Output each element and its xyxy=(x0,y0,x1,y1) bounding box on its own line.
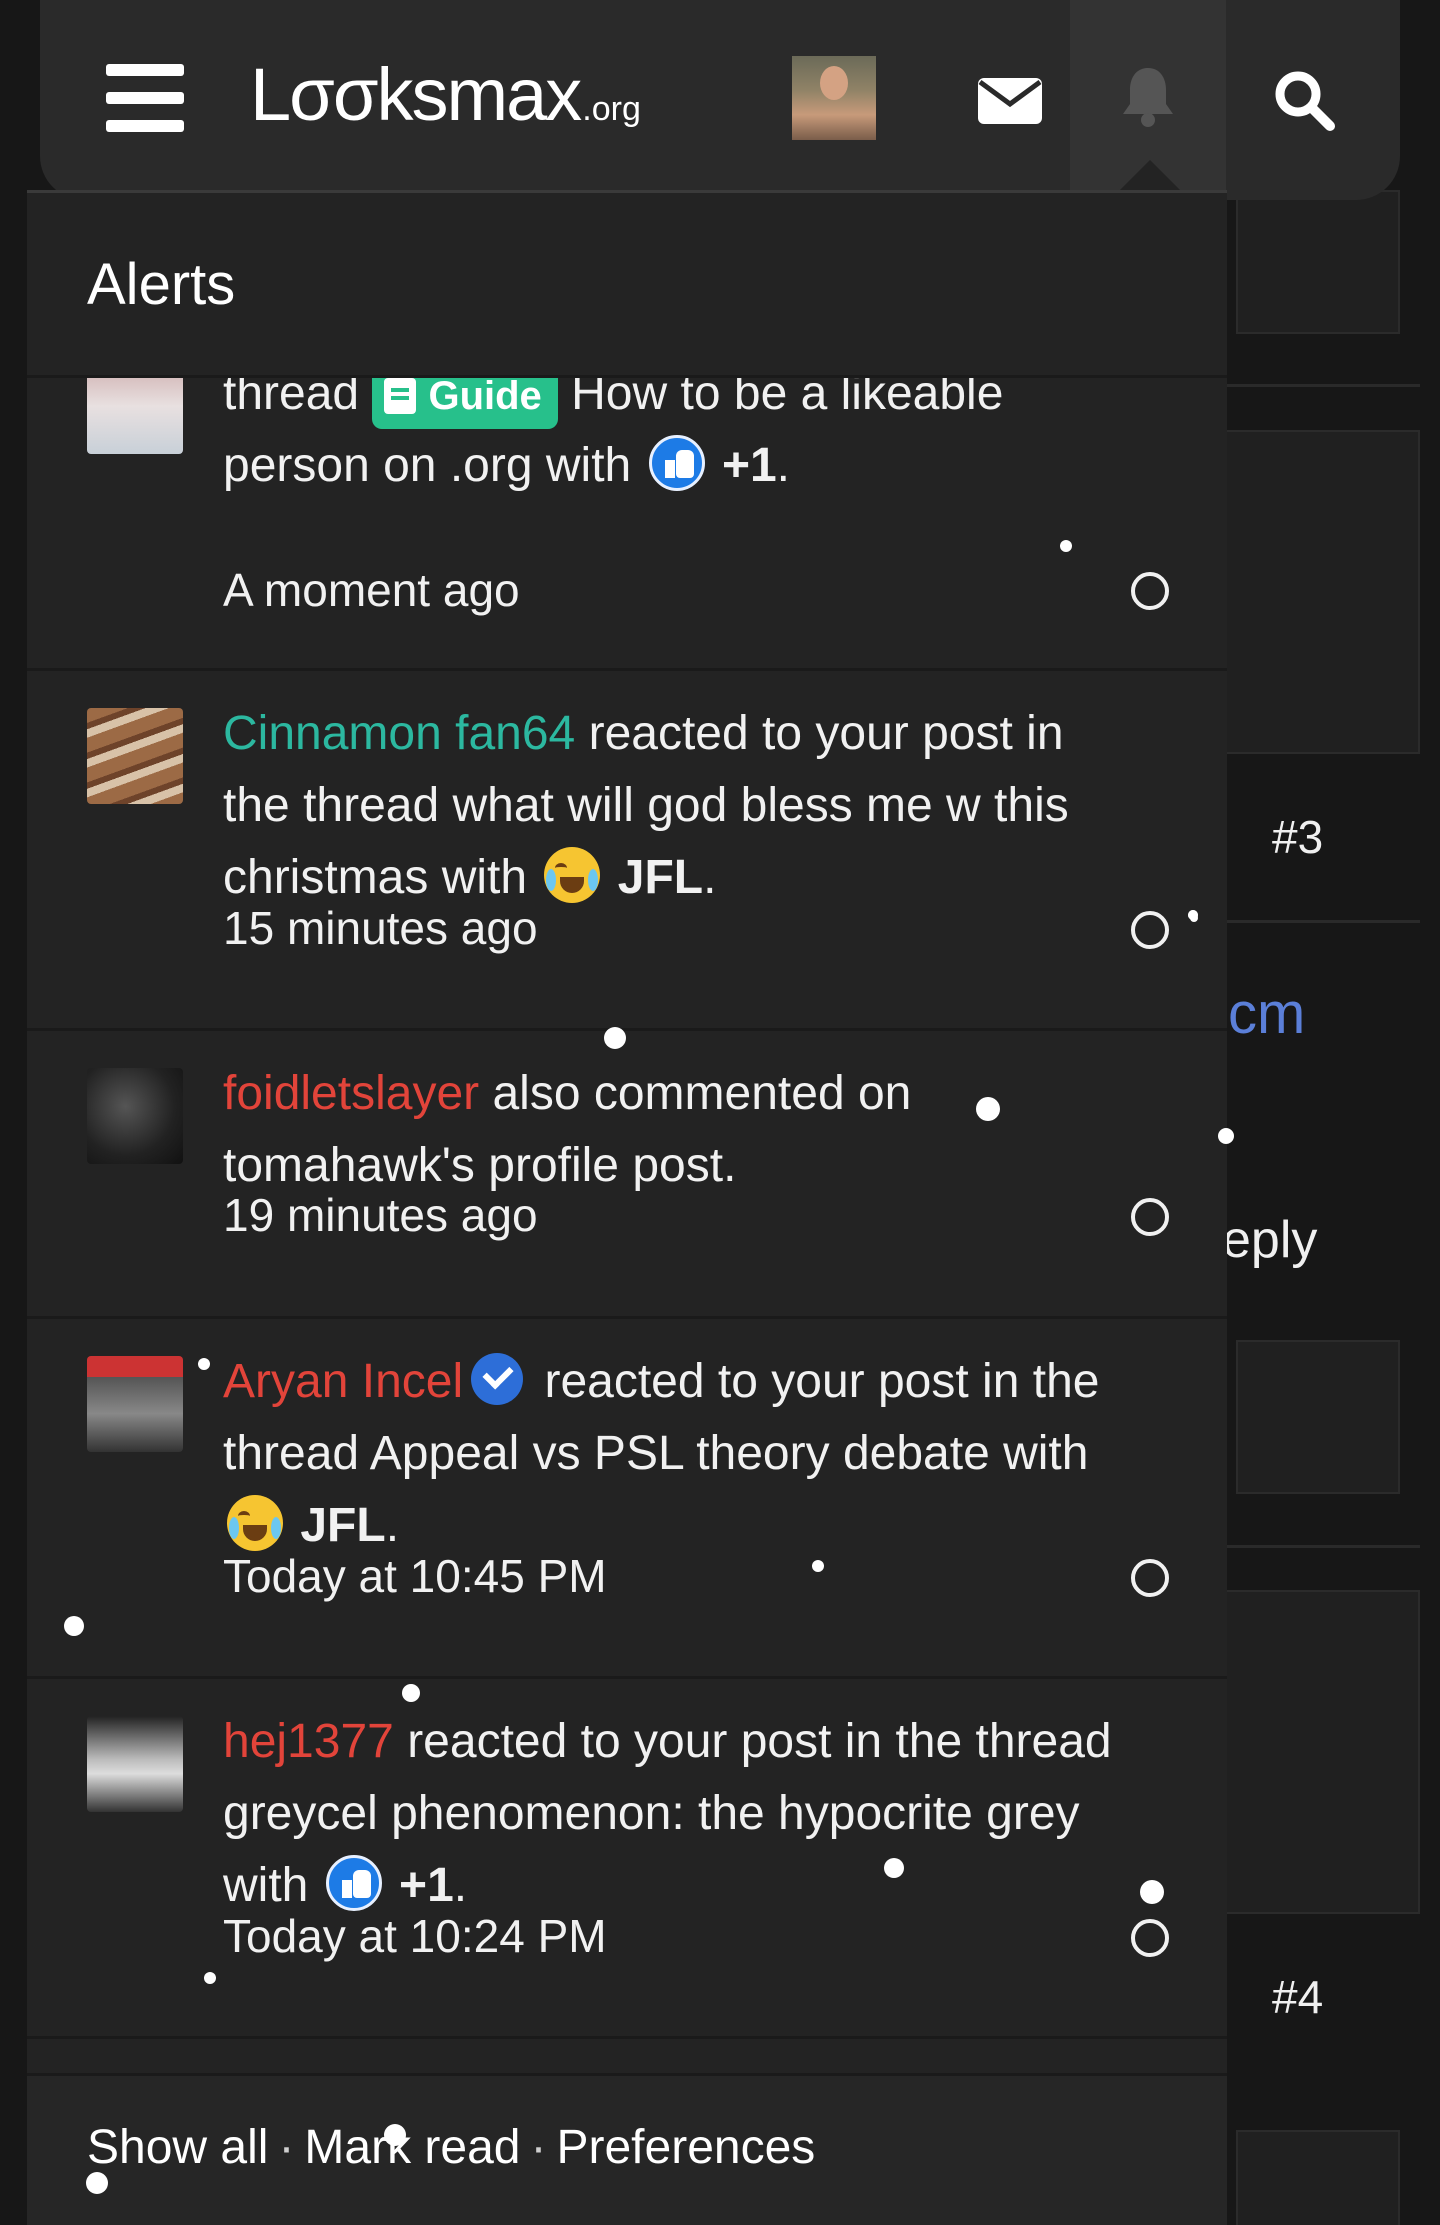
alert-item[interactable]: Aryan Incel reacted to your post in the … xyxy=(27,1316,1227,1679)
alert-item[interactable] xyxy=(27,2036,1227,2078)
alert-text[interactable]: foidletslayer also commented on tomahawk… xyxy=(223,1058,1123,1202)
user-avatar[interactable] xyxy=(87,378,183,454)
user-avatar[interactable] xyxy=(792,56,876,140)
footer-links: Show all · Mark read · Preferences xyxy=(87,2120,815,2175)
bg-panel xyxy=(1236,1340,1400,1494)
alert-item[interactable]: thread Guide How to be a likeable person… xyxy=(27,378,1227,671)
snowflake xyxy=(86,2172,108,2194)
bg-panel xyxy=(1196,430,1420,754)
snowflake xyxy=(1140,1880,1164,1904)
user-avatar[interactable] xyxy=(87,1068,183,1164)
snowflake xyxy=(402,1684,420,1702)
user-avatar[interactable] xyxy=(87,708,183,804)
username-link[interactable]: foidletslayer xyxy=(223,1067,479,1120)
bg-panel xyxy=(1236,2130,1400,2225)
mark-read-toggle[interactable] xyxy=(1131,1559,1169,1597)
alert-text[interactable]: Cinnamon fan64 reacted to your post in t… xyxy=(223,698,1123,914)
separator: · xyxy=(530,2121,547,2174)
post-number[interactable]: #3 xyxy=(1272,810,1323,864)
alert-text-part: thread xyxy=(223,378,360,420)
alert-time: Today at 10:24 PM xyxy=(223,1910,607,1962)
bg-reply-fragment[interactable]: eply xyxy=(1222,1210,1317,1270)
alert-item[interactable]: foidletslayer also commented on tomahawk… xyxy=(27,1028,1227,1319)
separator: · xyxy=(278,2121,295,2174)
verified-badge-icon xyxy=(471,1353,524,1405)
reaction-label: JFL xyxy=(617,851,704,904)
alerts-popup: Alerts thread Guide How to be a likeable… xyxy=(27,190,1227,2225)
reaction-label: +1 xyxy=(721,439,777,492)
reaction-label: JFL xyxy=(300,1499,386,1552)
logo-suffix: .org xyxy=(582,90,641,128)
snowflake xyxy=(198,1358,210,1370)
logo-text: Lσσksmax xyxy=(250,53,582,136)
alert-time: Today at 10:45 PM xyxy=(223,1550,607,1602)
alert-time: A moment ago xyxy=(223,564,520,616)
username-link[interactable]: hej1377 xyxy=(223,1715,394,1768)
user-avatar[interactable] xyxy=(87,1716,183,1812)
username-link[interactable]: Cinnamon fan64 xyxy=(223,707,575,760)
like-icon xyxy=(325,1855,382,1911)
guide-badge: Guide xyxy=(372,378,558,430)
mark-read-toggle[interactable] xyxy=(1131,1919,1169,1957)
alert-item[interactable]: Cinnamon fan64 reacted to your post in t… xyxy=(27,668,1227,1031)
snowflake xyxy=(976,1097,1000,1121)
mark-read-toggle[interactable] xyxy=(1131,1198,1169,1236)
alert-time: 15 minutes ago xyxy=(223,902,538,954)
screen: #3 cm eply #4 Lσσksmax.org Alerts thread… xyxy=(0,0,1440,2225)
mark-read-link[interactable]: Mark read xyxy=(304,2121,520,2174)
preferences-link[interactable]: Preferences xyxy=(556,2121,815,2174)
post-number[interactable]: #4 xyxy=(1272,1970,1323,2024)
snowflake xyxy=(204,1972,216,1984)
snowflake xyxy=(1218,1128,1234,1144)
mark-read-toggle[interactable] xyxy=(1131,911,1169,949)
jfl-icon xyxy=(227,1495,283,1551)
popup-footer: Show all · Mark read · Preferences xyxy=(27,2073,1227,2225)
user-avatar[interactable] xyxy=(87,1356,183,1452)
like-icon xyxy=(648,435,705,491)
bg-panel xyxy=(1236,190,1400,334)
badge-label: Guide xyxy=(428,378,542,419)
alert-text[interactable]: thread Guide How to be a likeable person… xyxy=(223,378,1123,502)
site-logo[interactable]: Lσσksmax.org xyxy=(250,52,641,137)
snowflake xyxy=(884,1858,904,1878)
site-header: Lσσksmax.org xyxy=(40,0,1400,200)
snowflake xyxy=(1190,914,1198,922)
snowflake xyxy=(604,1027,626,1049)
alert-text[interactable]: Aryan Incel reacted to your post in the … xyxy=(223,1346,1123,1562)
mark-read-toggle[interactable] xyxy=(1131,572,1169,610)
envelope-icon[interactable] xyxy=(960,60,1060,140)
bg-link-fragment[interactable]: cm xyxy=(1228,980,1305,1047)
show-all-link[interactable]: Show all xyxy=(87,2121,268,2174)
snowflake xyxy=(384,2124,406,2146)
book-icon xyxy=(384,378,417,415)
popup-title: Alerts xyxy=(87,252,236,317)
snowflake xyxy=(64,1616,84,1636)
search-icon[interactable] xyxy=(1260,60,1350,140)
alert-text[interactable]: hej1377 reacted to your post in the thre… xyxy=(223,1706,1123,1922)
snowflake xyxy=(812,1560,824,1572)
alert-item[interactable]: hej1377 reacted to your post in the thre… xyxy=(27,1676,1227,2039)
alert-text-part: with xyxy=(545,439,632,492)
jfl-icon xyxy=(544,847,601,903)
bg-panel xyxy=(1196,1590,1420,1914)
snowflake xyxy=(1060,540,1072,552)
reaction-label: +1 xyxy=(399,1859,454,1912)
popup-pointer xyxy=(1118,160,1182,192)
menu-icon[interactable] xyxy=(106,64,184,132)
alert-time: 19 minutes ago xyxy=(223,1189,538,1241)
username-link[interactable]: Aryan Incel xyxy=(223,1355,463,1408)
alerts-list: thread Guide How to be a likeable person… xyxy=(27,378,1227,2078)
